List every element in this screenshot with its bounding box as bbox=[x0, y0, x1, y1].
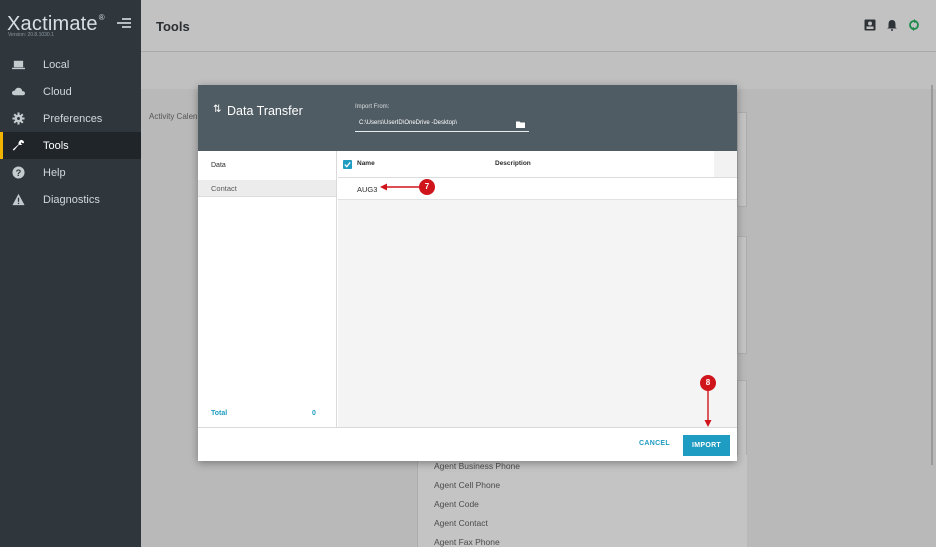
background-field-list: Agent Business Phone Agent Cell Phone Ag… bbox=[417, 455, 747, 547]
column-header-name[interactable]: Name bbox=[357, 160, 375, 167]
sidebar-item-label: Tools bbox=[43, 139, 69, 152]
svg-text:?: ? bbox=[16, 168, 22, 178]
sync-icon[interactable] bbox=[908, 19, 920, 31]
folder-icon[interactable] bbox=[516, 121, 525, 128]
select-all-checkbox[interactable] bbox=[343, 160, 352, 169]
activity-calendar-label: Activity Calen bbox=[149, 112, 198, 121]
sidebar-item-help[interactable]: ? Help bbox=[0, 159, 141, 186]
sidebar: Xactimate® Version: 20.8.1030.1 Local Cl… bbox=[0, 0, 141, 547]
data-type-label: Contact bbox=[211, 184, 237, 193]
sidebar-item-local[interactable]: Local bbox=[0, 51, 141, 78]
wrench-icon bbox=[12, 139, 25, 151]
background-card bbox=[737, 380, 747, 460]
toolbar bbox=[141, 51, 936, 89]
data-heading: Data bbox=[211, 162, 226, 169]
list-item: Agent Code bbox=[434, 499, 479, 509]
cloud-icon bbox=[12, 87, 25, 96]
callout-badge-7: 7 bbox=[419, 179, 435, 195]
data-transfer-dialog: ⇅ Data Transfer Import From: C:\Users\Us… bbox=[198, 85, 737, 461]
check-icon bbox=[344, 161, 351, 168]
callout-badge-8: 8 bbox=[700, 375, 716, 391]
help-icon: ? bbox=[12, 166, 25, 179]
grid-empty-area bbox=[338, 200, 737, 427]
sidebar-item-label: Preferences bbox=[43, 112, 103, 125]
list-item: Agent Cell Phone bbox=[434, 480, 501, 490]
cancel-button[interactable]: CANCEL bbox=[639, 440, 670, 447]
column-header-description[interactable]: Description bbox=[495, 160, 531, 167]
list-item: Agent Contact bbox=[434, 518, 488, 528]
transfer-icon: ⇅ bbox=[213, 104, 222, 115]
sidebar-item-cloud[interactable]: Cloud bbox=[0, 78, 141, 105]
sidebar-nav: Local Cloud Preferences Tools ? Help Dia… bbox=[0, 51, 141, 213]
contacts-icon[interactable] bbox=[864, 19, 876, 31]
import-from-label: Import From: bbox=[355, 104, 390, 110]
dialog-footer: CANCEL IMPORT bbox=[198, 427, 737, 461]
laptop-icon bbox=[12, 60, 25, 70]
gear-icon bbox=[12, 112, 25, 125]
data-type-item[interactable]: Contact bbox=[198, 180, 336, 197]
background-card bbox=[737, 236, 747, 354]
row-name-cell: AUG3 bbox=[357, 185, 378, 194]
total-value: 0 bbox=[312, 410, 316, 417]
background-card bbox=[737, 112, 747, 207]
bell-icon[interactable] bbox=[886, 19, 898, 31]
sidebar-item-label: Diagnostics bbox=[43, 193, 100, 206]
list-item: Agent Fax Phone bbox=[434, 537, 500, 547]
header-actions bbox=[864, 19, 920, 31]
header: Tools bbox=[141, 0, 936, 51]
warning-icon bbox=[12, 193, 25, 206]
sidebar-item-tools[interactable]: Tools bbox=[0, 132, 141, 159]
collapse-menu-icon[interactable] bbox=[117, 17, 131, 29]
sidebar-item-label: Cloud bbox=[43, 85, 72, 98]
sidebar-item-preferences[interactable]: Preferences bbox=[0, 105, 141, 132]
sidebar-item-label: Help bbox=[43, 166, 66, 179]
table-row[interactable]: AUG3 bbox=[338, 178, 737, 200]
app-version: Version: 20.8.1030.1 bbox=[8, 32, 54, 38]
total-label: Total bbox=[211, 410, 228, 417]
import-path-value: C:\Users\UserID\OneDrive -Desktop\ bbox=[359, 120, 458, 126]
import-button[interactable]: IMPORT bbox=[683, 435, 730, 456]
grid-header: Name Description bbox=[338, 151, 714, 178]
dialog-header: ⇅ Data Transfer Import From: C:\Users\Us… bbox=[198, 85, 737, 151]
grid-header-gutter bbox=[714, 151, 737, 178]
sidebar-item-label: Local bbox=[43, 58, 70, 71]
page-title: Tools bbox=[156, 19, 190, 34]
page-scrollbar[interactable] bbox=[931, 85, 933, 465]
data-type-list: Data Contact Total 0 bbox=[198, 151, 337, 427]
dialog-title: Data Transfer bbox=[227, 104, 303, 118]
list-item: Agent Business Phone bbox=[434, 461, 521, 471]
import-path-field[interactable]: C:\Users\UserID\OneDrive -Desktop\ bbox=[355, 118, 529, 132]
sidebar-item-diagnostics[interactable]: Diagnostics bbox=[0, 186, 141, 213]
